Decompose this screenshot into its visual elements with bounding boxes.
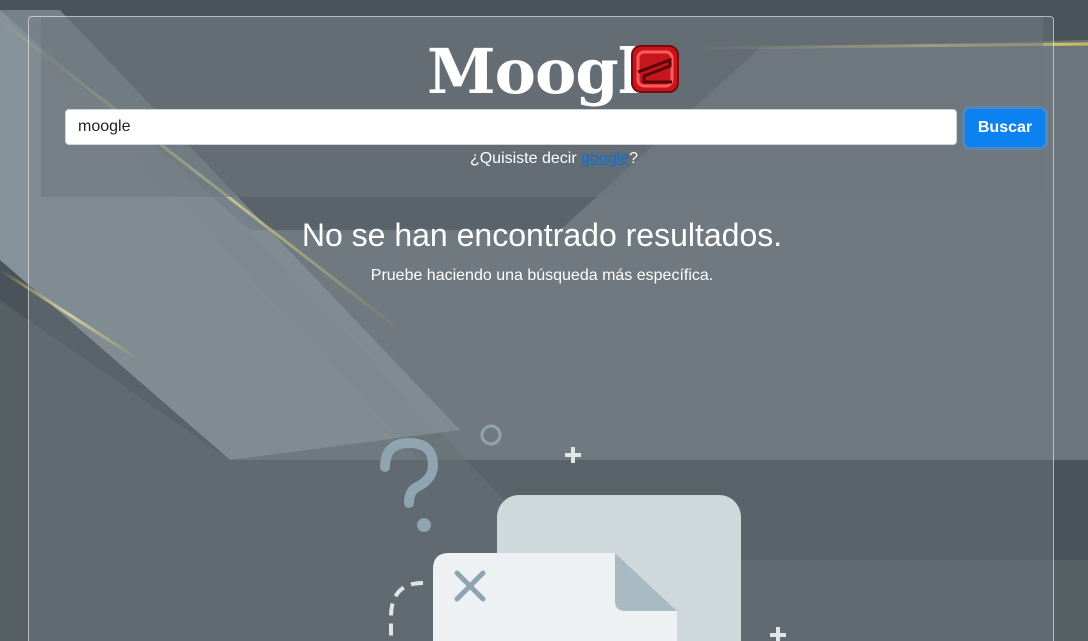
logo-e-icon [631,45,679,93]
logo-text: Moogl [427,35,641,108]
main-panel: Moogl Buscar ¿Quisiste decir google? No … [28,16,1054,641]
no-results-hint: Pruebe haciendo una búsqueda más específ… [370,267,714,284]
moogle-logo[interactable]: Moogl [427,37,687,107]
did-you-mean: ¿Quisiste decir google? [41,150,1067,168]
empty-state-illustration [380,424,786,641]
search-button[interactable]: Buscar [965,109,1045,147]
plus-icon-small [770,627,786,641]
suggest-prefix: ¿Quisiste decir [469,150,582,167]
header-box: Moogl Buscar ¿Quisiste decir google? [41,17,1045,197]
suggest-suffix: ? [629,150,639,167]
suggestion-link[interactable]: google [581,150,629,167]
circle-icon [480,424,502,446]
plus-icon [565,447,581,463]
search-input[interactable] [65,109,957,145]
question-mark-icon [380,437,439,532]
no-results-title: No se han encontrado resultados. [301,217,783,253]
dashed-arc [389,581,424,641]
